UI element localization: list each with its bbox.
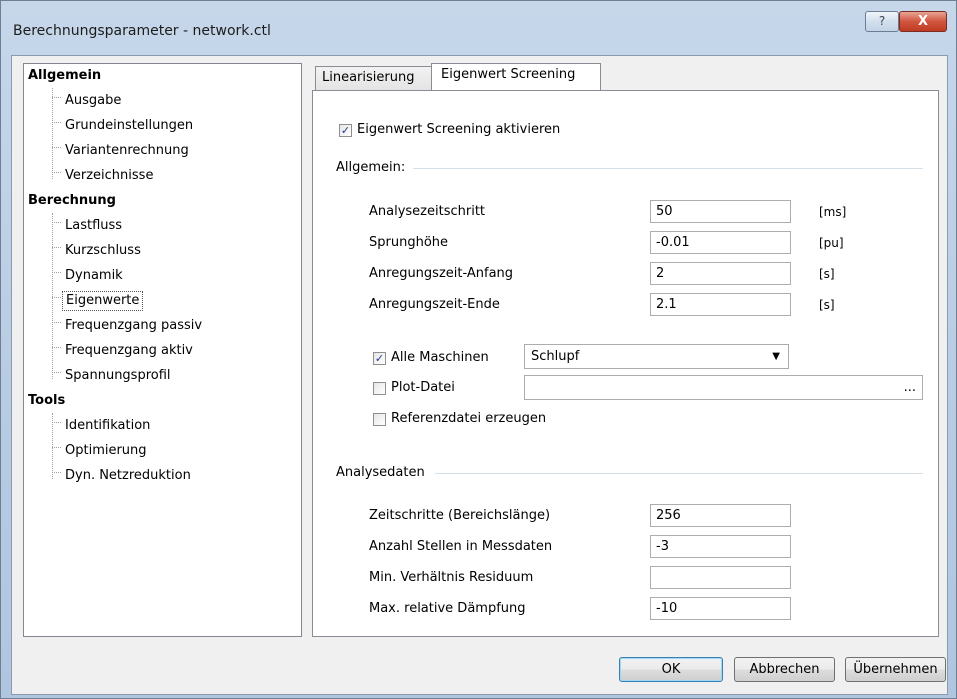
tree-connector: [52, 88, 53, 179]
help-button[interactable]: ?: [865, 11, 899, 32]
tree-connector: [52, 422, 61, 423]
max-daempfung-input[interactable]: -10: [650, 597, 791, 620]
tree-item-spannungsprofil[interactable]: Spannungsprofil: [62, 366, 174, 386]
window-title: Berechnungsparameter - network.ctl: [13, 23, 271, 39]
tree-item-verzeichnisse[interactable]: Verzeichnisse: [62, 166, 156, 186]
unit-s-ende: [s]: [819, 298, 835, 312]
plot-datei-label: Plot-Datei: [391, 380, 455, 395]
tree-connector: [52, 222, 61, 223]
tree-item-eigenwerte[interactable]: Eigenwerte: [62, 291, 144, 311]
plot-datei-checkbox[interactable]: [373, 382, 386, 395]
close-button[interactable]: X: [899, 11, 947, 32]
tab-panel-eigenwert-screening: ✓ Eigenwert Screening aktivieren Allgeme…: [312, 90, 939, 637]
tree-item-frequenzgang-passiv[interactable]: Frequenzgang passiv: [62, 316, 205, 336]
analysedaten-label-zeitschritte: Zeitschritte (Bereichslänge): [369, 508, 551, 523]
tree-category-berechnung[interactable]: Berechnung: [28, 191, 116, 211]
allgemein-group-title: Allgemein:: [336, 160, 406, 175]
title-bar: Berechnungsparameter - network.ctl ? X: [1, 1, 957, 59]
tree-connector: [52, 247, 61, 248]
analysedaten-group-title: Analysedaten: [336, 465, 425, 480]
close-icon: X: [917, 14, 929, 29]
tab-eigenwert-screening[interactable]: Eigenwert Screening: [431, 63, 601, 90]
maschinen-select[interactable]: Schlupf ▼: [524, 344, 789, 369]
tree-item-optimierung[interactable]: Optimierung: [62, 441, 150, 461]
analysedaten-label-min-verhaeltnis: Min. Verhältnis Residuum: [369, 570, 534, 585]
group-divider: [435, 473, 923, 474]
param-label-anregungszeit-ende: Anregungszeit-Ende: [369, 297, 500, 312]
anregungszeit-ende-input[interactable]: 2.1: [650, 293, 791, 316]
tree-connector: [52, 472, 61, 473]
tree-connector: [52, 372, 61, 373]
plot-datei-path-input[interactable]: ...: [524, 375, 923, 400]
alle-maschinen-label: Alle Maschinen: [391, 350, 489, 365]
group-divider: [413, 168, 923, 169]
referenzdatei-checkbox[interactable]: [373, 413, 386, 426]
dialog-window: Berechnungsparameter - network.ctl ? X A…: [0, 0, 957, 699]
tree-item-lastfluss[interactable]: Lastfluss: [62, 216, 125, 236]
tree-connector: [52, 322, 61, 323]
apply-button[interactable]: Übernehmen: [845, 657, 946, 682]
tree-connector: [52, 147, 61, 148]
tab-linearisierung[interactable]: Linearisierung: [315, 66, 432, 90]
enable-screening-label: Eigenwert Screening aktivieren: [357, 122, 561, 137]
analysedaten-label-max-daempfung: Max. relative Dämpfung: [369, 601, 526, 616]
dialog-client-area: Allgemein Ausgabe Grundeinstellungen Var…: [11, 55, 948, 695]
tree-connector: [52, 122, 61, 123]
ok-button[interactable]: OK: [619, 657, 723, 682]
tree-item-ausgabe[interactable]: Ausgabe: [62, 91, 124, 111]
alle-maschinen-checkbox[interactable]: ✓: [373, 352, 386, 365]
analysezeitschritt-input[interactable]: 50: [650, 200, 791, 223]
tree-item-identifikation[interactable]: Identifikation: [62, 416, 153, 436]
chevron-down-icon: ▼: [772, 351, 780, 362]
tree-connector: [52, 97, 61, 98]
unit-pu: [pu]: [819, 236, 844, 250]
tree-item-kurzschluss[interactable]: Kurzschluss: [62, 241, 144, 261]
zeitschritte-input[interactable]: 256: [650, 504, 791, 527]
anregungszeit-anfang-input[interactable]: 2: [650, 262, 791, 285]
tree-connector: [52, 347, 61, 348]
analysedaten-label-anzahl-stellen: Anzahl Stellen in Messdaten: [369, 539, 553, 554]
param-label-sprunghoehe: Sprunghöhe: [369, 235, 449, 250]
tree-connector: [52, 272, 61, 273]
anzahl-stellen-input[interactable]: -3: [650, 535, 791, 558]
tree-category-allgemein[interactable]: Allgemein: [28, 66, 101, 86]
param-label-analysezeitschritt: Analysezeitschritt: [369, 204, 486, 219]
tree-connector: [52, 172, 61, 173]
sprunghoehe-input[interactable]: -0.01: [650, 231, 791, 254]
cancel-button[interactable]: Abbrechen: [734, 657, 835, 682]
tree-connector: [52, 447, 61, 448]
enable-screening-checkbox[interactable]: ✓: [339, 124, 352, 137]
tree-item-grundeinstellungen[interactable]: Grundeinstellungen: [62, 116, 196, 136]
maschinen-select-value: Schlupf: [531, 349, 580, 364]
browse-button[interactable]: ...: [904, 376, 916, 399]
param-label-anregungszeit-anfang: Anregungszeit-Anfang: [369, 266, 514, 281]
tree-connector: [52, 213, 53, 379]
tree-category-tools[interactable]: Tools: [28, 391, 65, 411]
unit-s-anfang: [s]: [819, 267, 835, 281]
tree-item-dyn-netzreduktion[interactable]: Dyn. Netzreduktion: [62, 466, 194, 486]
min-verhaeltnis-input[interactable]: [650, 566, 791, 589]
help-icon: ?: [878, 14, 886, 28]
unit-ms: [ms]: [819, 205, 847, 219]
tree-item-frequenzgang-aktiv[interactable]: Frequenzgang aktiv: [62, 341, 196, 361]
tree-connector: [52, 297, 61, 298]
settings-tree[interactable]: Allgemein Ausgabe Grundeinstellungen Var…: [23, 63, 302, 637]
referenzdatei-label: Referenzdatei erzeugen: [391, 411, 547, 426]
tree-item-dynamik[interactable]: Dynamik: [62, 266, 126, 286]
tree-item-variantenrechnung[interactable]: Variantenrechnung: [62, 141, 192, 161]
